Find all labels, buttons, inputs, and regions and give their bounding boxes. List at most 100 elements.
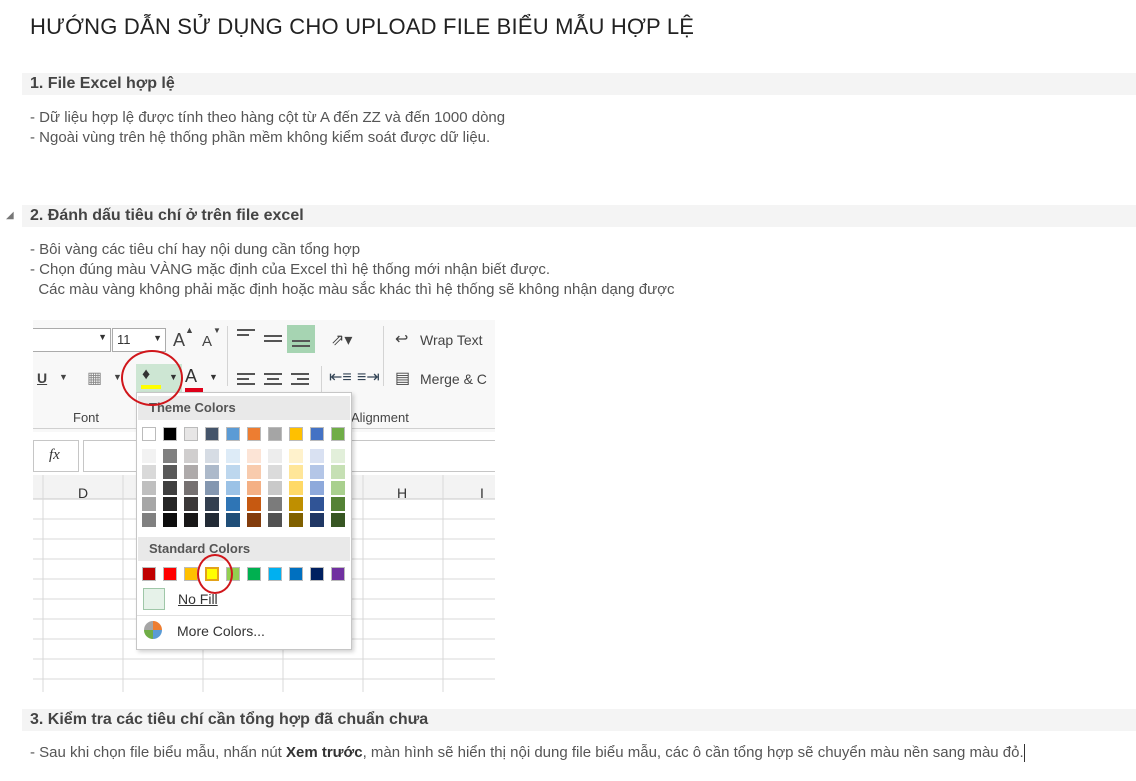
theme-shade-swatch[interactable] xyxy=(205,465,219,479)
theme-shade-swatch[interactable] xyxy=(310,465,324,479)
theme-shade-swatch[interactable] xyxy=(247,449,261,463)
theme-color-swatch[interactable] xyxy=(226,427,240,441)
column-header-i[interactable]: I xyxy=(480,485,484,501)
font-color-button[interactable]: A ▼ xyxy=(185,366,218,392)
theme-shade-swatch[interactable] xyxy=(331,449,345,463)
column-header-h[interactable]: H xyxy=(397,485,407,501)
theme-shade-swatch[interactable] xyxy=(247,513,261,527)
text-cursor xyxy=(1023,744,1025,763)
column-header-d[interactable]: D xyxy=(78,485,88,501)
theme-shade-swatch[interactable] xyxy=(226,449,240,463)
standard-color-swatch[interactable] xyxy=(247,567,261,581)
theme-shade-swatch[interactable] xyxy=(184,513,198,527)
theme-color-swatch[interactable] xyxy=(289,427,303,441)
theme-shade-swatch[interactable] xyxy=(163,449,177,463)
align-top-icon[interactable] xyxy=(237,326,255,339)
theme-color-swatch[interactable] xyxy=(247,427,261,441)
grow-font-button[interactable]: A xyxy=(173,330,185,351)
font-size-dropdown-icon[interactable]: ▼ xyxy=(153,333,162,343)
theme-shade-swatch[interactable] xyxy=(184,465,198,479)
borders-icon[interactable]: ▦ xyxy=(87,368,102,388)
theme-shade-swatch[interactable] xyxy=(268,449,282,463)
theme-color-swatch[interactable] xyxy=(163,427,177,441)
theme-shade-swatch[interactable] xyxy=(289,449,303,463)
theme-shade-swatch[interactable] xyxy=(205,481,219,495)
theme-shade-swatch[interactable] xyxy=(226,465,240,479)
no-fill-swatch[interactable] xyxy=(143,588,165,610)
theme-shade-swatch[interactable] xyxy=(268,513,282,527)
theme-shade-swatch[interactable] xyxy=(310,481,324,495)
theme-color-swatch[interactable] xyxy=(268,427,282,441)
standard-color-swatch[interactable] xyxy=(163,567,177,581)
theme-shade-swatch[interactable] xyxy=(331,481,345,495)
theme-shade-swatch[interactable] xyxy=(310,513,324,527)
theme-shade-swatch[interactable] xyxy=(205,497,219,511)
theme-shade-swatch[interactable] xyxy=(226,481,240,495)
standard-color-swatch[interactable] xyxy=(268,567,282,581)
increase-indent-icon[interactable]: ≡⇥ xyxy=(357,367,380,387)
standard-color-swatch[interactable] xyxy=(331,567,345,581)
theme-shade-swatch[interactable] xyxy=(289,513,303,527)
theme-shade-swatch[interactable] xyxy=(142,497,156,511)
wrap-text-button[interactable]: Wrap Text xyxy=(420,332,483,348)
theme-shade-swatch[interactable] xyxy=(247,497,261,511)
theme-shade-swatch[interactable] xyxy=(184,497,198,511)
standard-color-swatch[interactable] xyxy=(289,567,303,581)
align-center-icon[interactable] xyxy=(264,370,282,388)
theme-shade-swatch[interactable] xyxy=(184,481,198,495)
section-heading-2[interactable]: ◢ 2. Đánh dấu tiêu chí ở trên file excel xyxy=(6,205,1136,227)
theme-shade-swatch[interactable] xyxy=(163,481,177,495)
theme-color-swatch[interactable] xyxy=(310,427,324,441)
theme-shade-swatch[interactable] xyxy=(331,513,345,527)
theme-shade-swatch[interactable] xyxy=(205,513,219,527)
theme-shade-swatch[interactable] xyxy=(268,465,282,479)
theme-shade-swatch[interactable] xyxy=(226,497,240,511)
underline-button[interactable]: U xyxy=(37,370,47,386)
theme-shade-swatch[interactable] xyxy=(289,481,303,495)
theme-shade-swatch[interactable] xyxy=(226,513,240,527)
merge-icon[interactable]: ▤ xyxy=(395,368,410,388)
underline-dropdown-icon[interactable]: ▼ xyxy=(59,372,68,382)
theme-shade-swatch[interactable] xyxy=(289,497,303,511)
theme-shade-swatch[interactable] xyxy=(205,449,219,463)
font-name-dropdown-icon[interactable]: ▼ xyxy=(98,332,107,342)
font-name-box[interactable]: ▼ xyxy=(33,328,111,352)
theme-color-swatch[interactable] xyxy=(331,427,345,441)
fx-button[interactable]: fx xyxy=(33,440,79,472)
theme-shade-swatch[interactable] xyxy=(184,449,198,463)
align-bottom-button[interactable] xyxy=(287,325,315,353)
align-middle-icon[interactable] xyxy=(264,332,282,345)
theme-shade-swatch[interactable] xyxy=(247,465,261,479)
theme-shade-swatch[interactable] xyxy=(247,481,261,495)
theme-shade-swatch[interactable] xyxy=(310,449,324,463)
theme-shade-swatch[interactable] xyxy=(331,465,345,479)
theme-shade-swatch[interactable] xyxy=(289,465,303,479)
theme-shade-swatch[interactable] xyxy=(310,497,324,511)
decrease-indent-icon[interactable]: ⇤≡ xyxy=(329,367,352,387)
theme-color-swatch[interactable] xyxy=(205,427,219,441)
standard-color-swatch[interactable] xyxy=(184,567,198,581)
theme-shade-swatch[interactable] xyxy=(142,465,156,479)
orientation-icon[interactable]: ⇗▾ xyxy=(331,330,352,350)
align-right-icon[interactable] xyxy=(291,370,309,388)
standard-color-swatch[interactable] xyxy=(142,567,156,581)
theme-shade-swatch[interactable] xyxy=(142,481,156,495)
theme-shade-swatch[interactable] xyxy=(163,497,177,511)
align-left-icon[interactable] xyxy=(237,370,255,388)
theme-shade-swatch[interactable] xyxy=(331,497,345,511)
font-size-box[interactable]: 11 ▼ xyxy=(112,328,166,352)
merge-button[interactable]: Merge & C xyxy=(420,371,487,387)
shrink-font-button[interactable]: A xyxy=(202,333,212,350)
standard-color-swatch[interactable] xyxy=(310,567,324,581)
theme-shade-swatch[interactable] xyxy=(163,465,177,479)
theme-shade-swatch[interactable] xyxy=(142,449,156,463)
theme-shade-swatch[interactable] xyxy=(268,481,282,495)
more-colors-option[interactable]: More Colors... xyxy=(177,623,265,639)
theme-shade-swatch[interactable] xyxy=(163,513,177,527)
theme-shade-swatch[interactable] xyxy=(142,513,156,527)
theme-color-swatch[interactable] xyxy=(184,427,198,441)
collapse-triangle-icon[interactable]: ◢ xyxy=(6,205,14,227)
theme-shade-swatch[interactable] xyxy=(268,497,282,511)
wrap-text-icon[interactable]: ↩ xyxy=(395,329,408,349)
theme-color-swatch[interactable] xyxy=(142,427,156,441)
